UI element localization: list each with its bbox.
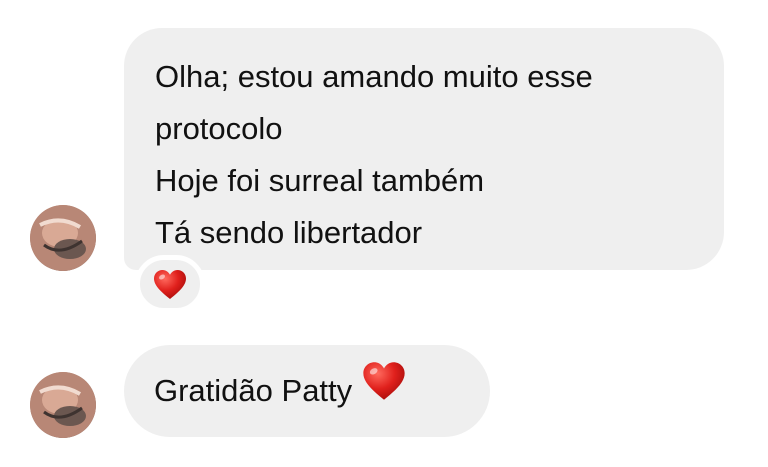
heart-icon <box>154 269 186 299</box>
chat-thread: Olha; estou amando muito esse protocolo … <box>0 0 768 467</box>
message-line: Tá sendo libertador <box>155 215 423 250</box>
heart-icon <box>362 361 406 417</box>
avatar[interactable] <box>30 372 96 438</box>
message-bubble[interactable]: Gratidão Patty <box>124 345 490 437</box>
avatar[interactable] <box>30 205 96 271</box>
reaction-badge[interactable] <box>135 255 205 313</box>
message-text: Gratidão Patty <box>154 373 353 409</box>
message-line: Olha; estou amando muito esse <box>155 59 593 94</box>
message-line: Hoje foi surreal também <box>155 163 485 198</box>
message-bubble[interactable]: Olha; estou amando muito esse protocolo … <box>124 28 724 270</box>
message-line: protocolo <box>155 111 283 146</box>
